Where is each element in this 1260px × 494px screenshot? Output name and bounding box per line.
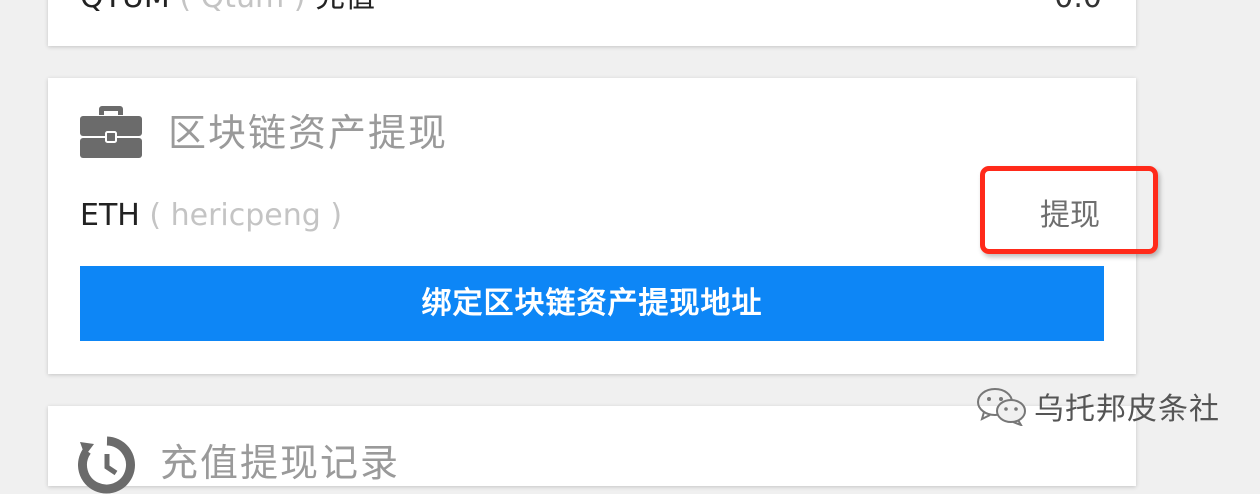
briefcase-icon: [80, 106, 142, 158]
asset-name: QTUM: [80, 0, 170, 15]
withdraw-card: 区块链资产提现 ETH ( hericpeng ) 提现 绑定区块链资产提现地址: [48, 78, 1158, 374]
watermark: 乌托邦皮条社: [976, 384, 1220, 428]
recharge-card: QTUM ( Qtum ) 充值 0.0: [48, 0, 1136, 46]
qtum-balance: 0.0: [1054, 0, 1102, 16]
history-card[interactable]: 充值提现记录: [48, 406, 1136, 494]
account-name: ( Qtum ): [179, 0, 305, 15]
wechat-icon: [977, 388, 1026, 426]
bind-withdraw-address-button[interactable]: 绑定区块链资产提现地址: [80, 266, 1104, 341]
eth-asset-label: ETH ( hericpeng ): [80, 196, 342, 236]
account-name: ( hericpeng ): [149, 198, 343, 233]
history-icon: [78, 436, 135, 494]
section-title: 区块链资产提现: [168, 111, 449, 155]
recharge-label: 充值: [315, 0, 375, 15]
watermark-text: 乌托邦皮条社: [1034, 392, 1220, 427]
highlight-box: [980, 166, 1158, 254]
qtum-row-label: QTUM ( Qtum ) 充值: [80, 0, 375, 16]
asset-name: ETH: [80, 198, 140, 233]
section-title: 充值提现记录: [160, 441, 401, 485]
